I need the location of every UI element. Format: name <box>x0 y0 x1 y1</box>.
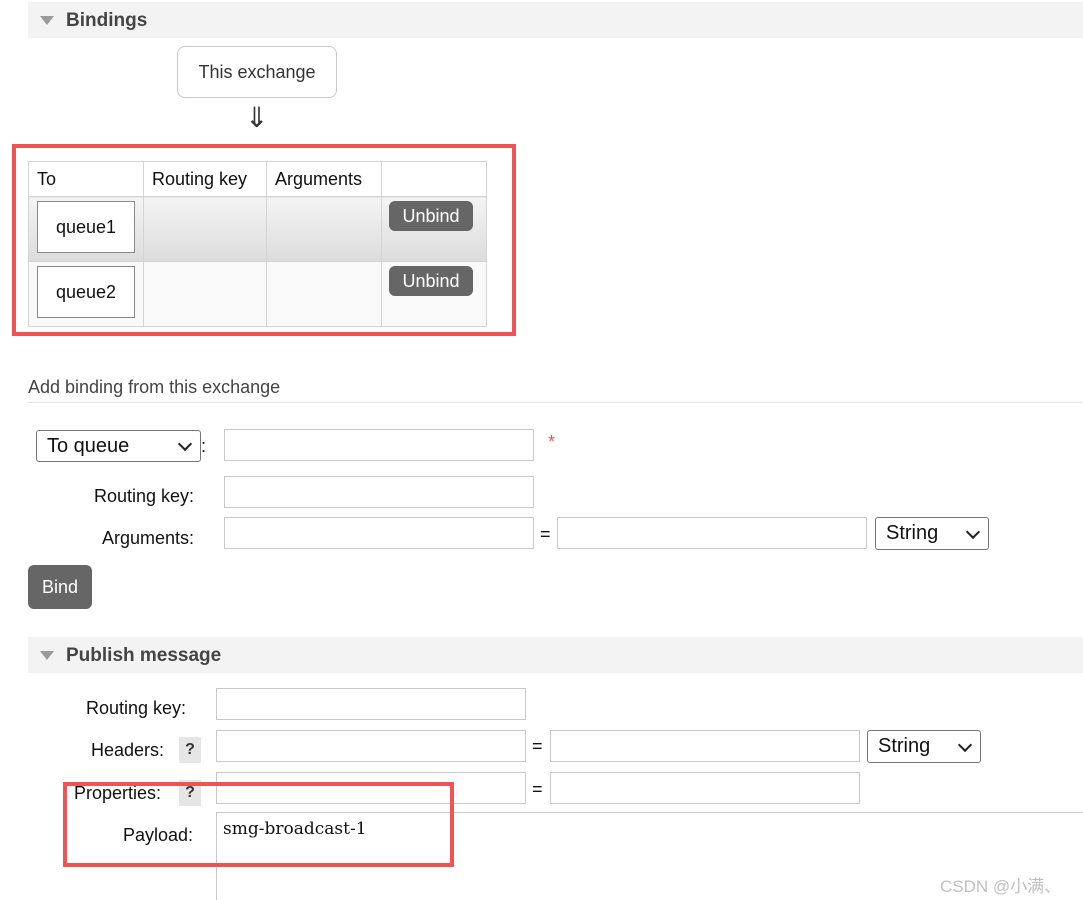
publish-routing-key-input[interactable] <box>216 688 526 720</box>
collapse-triangle-icon <box>40 651 54 660</box>
argument-value-input[interactable] <box>557 517 867 549</box>
this-exchange-box: This exchange <box>177 46 337 98</box>
chevron-down-icon <box>965 524 981 539</box>
header-type-select[interactable]: String <box>867 730 981 763</box>
destination-type-select[interactable]: To queue <box>36 430 201 462</box>
publish-routing-key-label: Routing key: <box>86 698 187 718</box>
destination-name-input[interactable] <box>224 429 534 461</box>
publish-section-header[interactable]: Publish message <box>28 637 1083 673</box>
collapse-triangle-icon <box>40 16 54 25</box>
bind-button[interactable]: Bind <box>28 565 92 609</box>
argument-key-input[interactable] <box>224 517 534 549</box>
argument-type-select[interactable]: String <box>875 517 989 550</box>
down-arrow-icon: ⇓ <box>245 102 269 133</box>
help-icon[interactable]: ? <box>179 737 201 763</box>
headers-label: Headers: <box>91 740 165 760</box>
header-value-input[interactable] <box>550 730 860 762</box>
equals-sign: = <box>540 524 551 544</box>
equals-sign: = <box>532 779 543 799</box>
property-value-input[interactable] <box>550 772 860 804</box>
divider <box>28 402 1083 403</box>
highlight-box-bindings <box>12 144 516 336</box>
publish-title: Publish message <box>66 645 222 666</box>
destination-type-value: To queue <box>47 434 130 457</box>
add-binding-heading: Add binding from this exchange <box>28 377 281 397</box>
routing-key-label: Routing key: <box>94 486 195 506</box>
bindings-section-header[interactable]: Bindings <box>28 2 1083 38</box>
required-asterisk: * <box>548 432 556 452</box>
routing-key-input[interactable] <box>224 476 534 508</box>
destination-colon: : <box>201 436 207 456</box>
watermark: CSDN @小满、 <box>940 877 1062 896</box>
chevron-down-icon <box>957 737 973 752</box>
equals-sign: = <box>532 736 543 756</box>
arguments-label: Arguments: <box>102 528 195 548</box>
header-key-input[interactable] <box>216 730 526 762</box>
chevron-down-icon <box>177 436 193 452</box>
header-type-value: String <box>878 735 931 757</box>
highlight-box-payload <box>63 782 454 867</box>
bindings-title: Bindings <box>66 10 148 31</box>
argument-type-value: String <box>886 522 939 544</box>
